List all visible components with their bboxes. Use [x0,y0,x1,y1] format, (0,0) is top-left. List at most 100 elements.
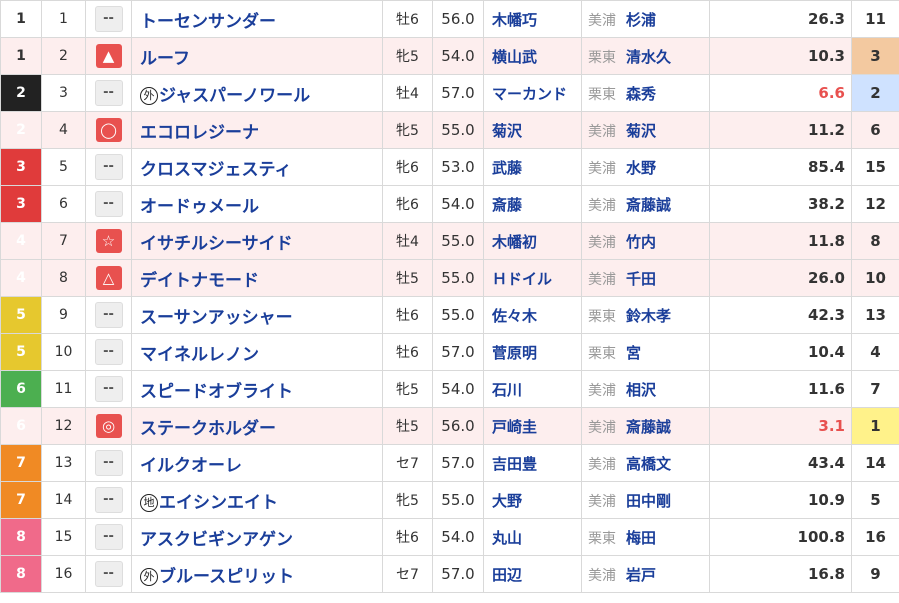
trainer-cell[interactable]: 美浦 斎藤誠 [581,185,710,223]
horse-name-link[interactable]: エコロレジーナ [140,123,259,143]
trainer-cell[interactable]: 美浦 千田 [581,259,710,297]
prediction-mark-button[interactable]: -- [94,450,123,476]
horse-name-cell[interactable]: スーサンアッシャー [131,296,383,334]
prediction-mark-button[interactable]: ◎ [95,414,122,438]
horse-name-link[interactable]: デイトナモード [140,271,259,291]
prediction-mark-cell[interactable]: -- [85,148,132,186]
trainer-link[interactable]: 鈴木孝 [626,307,671,325]
prediction-mark-button[interactable]: -- [94,6,123,32]
trainer-link[interactable]: 森秀 [626,85,656,103]
jockey-link[interactable]: 戸崎圭 [483,407,582,445]
horse-name-link[interactable]: アスクビギンアゲン [140,530,293,550]
trainer-cell[interactable]: 美浦 菊沢 [581,111,710,149]
trainer-link[interactable]: 宮 [626,344,641,362]
prediction-mark-cell[interactable]: -- [85,370,132,408]
horse-name-cell[interactable]: オードゥメール [131,185,383,223]
prediction-mark-cell[interactable]: -- [85,444,132,482]
jockey-link[interactable]: 佐々木 [483,296,582,334]
horse-name-link[interactable]: エイシンエイト [159,493,278,513]
prediction-mark-button[interactable]: -- [94,561,123,587]
trainer-link[interactable]: 梅田 [626,529,656,547]
horse-name-cell[interactable]: エコロレジーナ [131,111,383,149]
horse-name-link[interactable]: トーセンサンダー [140,12,276,32]
horse-name-link[interactable]: ブルースピリット [159,567,294,587]
prediction-mark-button[interactable]: ☆ [95,229,122,253]
prediction-mark-cell[interactable]: -- [85,481,132,519]
prediction-mark-cell[interactable]: -- [85,0,132,38]
jockey-link[interactable]: 木幡巧 [483,0,582,38]
horse-name-cell[interactable]: スピードオブライト [131,370,383,408]
horse-name-cell[interactable]: クロスマジェスティ [131,148,383,186]
horse-name-cell[interactable]: ルーフ [131,37,383,75]
horse-name-link[interactable]: クロスマジェスティ [140,160,291,180]
prediction-mark-button[interactable]: -- [94,487,123,513]
horse-name-link[interactable]: スピードオブライト [140,382,293,402]
jockey-link[interactable]: 横山武 [483,37,582,75]
trainer-cell[interactable]: 美浦 田中剛 [581,481,710,519]
prediction-mark-cell[interactable]: ◎ [85,407,132,445]
prediction-mark-cell[interactable]: △ [85,259,132,297]
jockey-link[interactable]: 吉田豊 [483,444,582,482]
horse-name-link[interactable]: イルクオーレ [140,456,242,476]
prediction-mark-button[interactable]: △ [95,266,122,290]
prediction-mark-cell[interactable]: -- [85,518,132,556]
horse-name-cell[interactable]: アスクビギンアゲン [131,518,383,556]
horse-name-cell[interactable]: 外ブルースピリット [131,555,383,593]
horse-name-cell[interactable]: イサチルシーサイド [131,222,383,260]
jockey-link[interactable]: 丸山 [483,518,582,556]
jockey-link[interactable]: 菊沢 [483,111,582,149]
jockey-link[interactable]: 武藤 [483,148,582,186]
prediction-mark-cell[interactable]: ☆ [85,222,132,260]
trainer-cell[interactable]: 美浦 杉浦 [581,0,710,38]
jockey-link[interactable]: 斎藤 [483,185,582,223]
prediction-mark-button[interactable]: -- [94,154,123,180]
trainer-link[interactable]: 水野 [626,159,656,177]
trainer-link[interactable]: 高橋文 [626,455,671,473]
trainer-cell[interactable]: 栗東 森秀 [581,74,710,112]
trainer-link[interactable]: 杉浦 [626,11,656,29]
trainer-link[interactable]: 斎藤誠 [626,196,671,214]
prediction-mark-button[interactable]: -- [94,302,123,328]
horse-name-link[interactable]: イサチルシーサイド [140,234,293,254]
jockey-link[interactable]: マーカンド [483,74,582,112]
prediction-mark-cell[interactable]: ▲ [85,37,132,75]
jockey-link[interactable]: 石川 [483,370,582,408]
trainer-link[interactable]: 菊沢 [626,122,656,140]
trainer-cell[interactable]: 美浦 水野 [581,148,710,186]
horse-name-cell[interactable]: デイトナモード [131,259,383,297]
prediction-mark-button[interactable]: -- [94,524,123,550]
prediction-mark-button[interactable]: ◯ [95,118,122,142]
horse-name-link[interactable]: ジャスパーノワール [159,86,310,106]
trainer-cell[interactable]: 栗東 鈴木孝 [581,296,710,334]
trainer-cell[interactable]: 美浦 相沢 [581,370,710,408]
prediction-mark-button[interactable]: ▲ [95,44,122,68]
trainer-cell[interactable]: 美浦 岩戸 [581,555,710,593]
jockey-link[interactable]: 田辺 [483,555,582,593]
trainer-link[interactable]: 竹内 [626,233,656,251]
trainer-link[interactable]: 清水久 [626,48,671,66]
horse-name-link[interactable]: オードゥメール [140,197,259,217]
horse-name-cell[interactable]: 外ジャスパーノワール [131,74,383,112]
trainer-link[interactable]: 田中剛 [626,492,671,510]
prediction-mark-cell[interactable]: ◯ [85,111,132,149]
jockey-link[interactable]: 菅原明 [483,333,582,371]
trainer-link[interactable]: 斎藤誠 [626,418,671,436]
prediction-mark-button[interactable]: -- [94,339,123,365]
prediction-mark-cell[interactable]: -- [85,333,132,371]
prediction-mark-button[interactable]: -- [94,80,123,106]
trainer-cell[interactable]: 美浦 斎藤誠 [581,407,710,445]
trainer-link[interactable]: 千田 [626,270,656,288]
prediction-mark-button[interactable]: -- [94,376,123,402]
trainer-cell[interactable]: 栗東 清水久 [581,37,710,75]
jockey-link[interactable]: 大野 [483,481,582,519]
trainer-cell[interactable]: 栗東宮 [581,333,710,371]
jockey-link[interactable]: Ｈドイル [483,259,582,297]
horse-name-link[interactable]: ステークホルダー [140,419,276,439]
trainer-link[interactable]: 岩戸 [626,566,656,584]
horse-name-cell[interactable]: マイネルレノン [131,333,383,371]
trainer-cell[interactable]: 美浦 高橋文 [581,444,710,482]
jockey-link[interactable]: 木幡初 [483,222,582,260]
prediction-mark-button[interactable]: -- [94,191,123,217]
prediction-mark-cell[interactable]: -- [85,555,132,593]
horse-name-cell[interactable]: ステークホルダー [131,407,383,445]
